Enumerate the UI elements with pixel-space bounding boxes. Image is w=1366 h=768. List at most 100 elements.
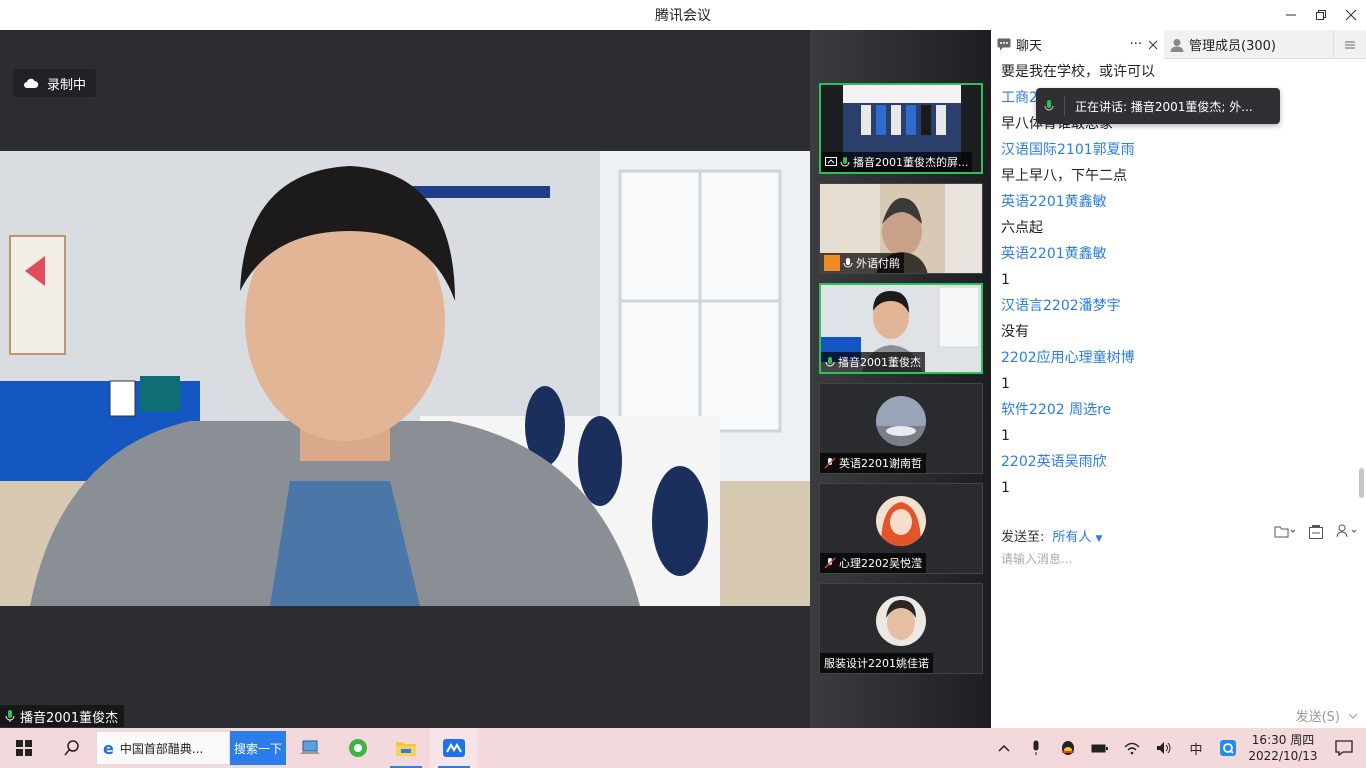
panel-tabs: 聊天 ··· 管理成员(300) (991, 30, 1366, 59)
announcement-button[interactable] (1308, 524, 1324, 544)
restore-button[interactable] (1306, 0, 1336, 30)
panel-menu-button[interactable] (1334, 30, 1366, 59)
chat-sender-name[interactable]: 2202英语吴雨欣 (1001, 449, 1356, 475)
chevron-down-icon: ▼ (1095, 533, 1103, 544)
avatar (876, 596, 926, 646)
chat-message-text: 1 (1001, 480, 1010, 496)
tab-chat-label: 聊天 (1016, 39, 1043, 54)
tray-microphone[interactable] (1020, 728, 1052, 768)
active-speaker-name: 播音2001董俊杰 (20, 710, 119, 726)
folder-icon (1274, 526, 1296, 538)
taskbar-app-explorer[interactable] (382, 728, 430, 768)
tray-qq-browser[interactable] (1212, 728, 1244, 768)
file-button[interactable] (1274, 524, 1296, 544)
system-clock[interactable]: 16:30 周四 2022/10/13 (1244, 732, 1322, 764)
participant-thumbnail[interactable]: 外语付鹃 (819, 183, 983, 274)
participant-thumbnail[interactable]: 播音2001董俊杰 (819, 283, 983, 374)
chat-message-text: 六点起 (1001, 220, 1043, 236)
tencent-meeting-icon (443, 739, 465, 757)
chat-panel: 聊天 ··· 管理成员(300) 要是我在学校，或许可以 工商2 早八体育谁敢想象汉… (991, 30, 1366, 728)
thumbnail-label: 心理2202吴悦滢 (820, 553, 926, 573)
chat-sender-name[interactable]: 汉语国际2101郭夏雨 (1001, 137, 1356, 163)
avatar (876, 396, 926, 446)
chevron-down-icon[interactable] (1348, 712, 1358, 720)
folder-icon (396, 742, 416, 756)
restore-icon (1316, 10, 1326, 20)
battery-icon (1091, 744, 1108, 753)
thumbnail-name: 播音2001董俊杰的屏... (853, 156, 969, 169)
microphone-icon (1044, 100, 1054, 111)
tab-chat-title: 聊天 (997, 35, 1042, 54)
thumbnail-name: 心理2202吴悦滢 (839, 557, 922, 570)
notification-icon (1335, 740, 1353, 756)
send-button[interactable]: 发送(S) (1296, 706, 1340, 725)
host-icon (824, 255, 840, 271)
chat-sender-name[interactable]: 英语2201黄鑫敏 (1001, 241, 1356, 267)
close-button[interactable] (1336, 0, 1366, 30)
divider (1064, 96, 1065, 116)
taskbar-app-meeting[interactable] (430, 728, 478, 768)
participant-thumbnail[interactable]: 英语2201谢南哲 (819, 383, 983, 474)
tab-chat[interactable]: 聊天 ··· (991, 30, 1164, 59)
tray-wifi[interactable] (1116, 728, 1148, 768)
tray-qq[interactable] (1052, 728, 1084, 768)
message-input[interactable]: 请输入消息... (1001, 550, 1072, 567)
participant-thumbnail[interactable]: 心理2202吴悦滢 (819, 483, 983, 574)
title-bar: 腾讯会议 (0, 0, 1366, 30)
search-submit-button[interactable]: 搜索一下 (230, 731, 286, 765)
tray-volume[interactable] (1148, 728, 1180, 768)
search-button[interactable] (48, 728, 96, 768)
chat-sender-name[interactable]: 汉语言2202潘梦宇 (1001, 293, 1356, 319)
tab-chat-actions: ··· (1130, 37, 1158, 52)
minimize-button[interactable] (1276, 0, 1306, 30)
chat-sender-name[interactable]: 英语2201黄鑫敏 (1001, 189, 1356, 215)
tab-members-label: 管理成员(300) (1189, 39, 1276, 54)
tray-ime[interactable]: 中 (1180, 728, 1212, 768)
thumbnail-label: 英语2201谢南哲 (820, 453, 926, 473)
q-app-icon (1220, 740, 1236, 756)
tab-members[interactable]: 管理成员(300) (1164, 30, 1334, 59)
taskbar-app-computer[interactable] (286, 728, 334, 768)
laptop-icon (300, 740, 320, 754)
active-speaker-label: 播音2001董俊杰 (0, 705, 125, 727)
close-icon[interactable] (1148, 40, 1158, 50)
recording-badge[interactable]: 录制中 (13, 69, 97, 97)
tray-battery[interactable] (1084, 728, 1116, 768)
speaking-text: 正在讲话: 播音2001董俊杰; 外... (1075, 99, 1253, 114)
more-button[interactable]: ··· (1130, 37, 1142, 52)
thumbnail-label: 服装设计2201姚佳诺 (820, 653, 933, 673)
ie-icon: e (103, 738, 114, 758)
window-controls (1276, 0, 1366, 30)
thumbnail-label: 播音2001董俊杰的屏... (821, 152, 973, 172)
notification-button[interactable] (1322, 728, 1366, 768)
participant-thumbnail[interactable]: 播音2001董俊杰的屏... (819, 83, 983, 174)
browser-tab-title: 中国首部醋典... (119, 741, 204, 756)
chat-sender-name[interactable]: 2202应用心理童树博 (1001, 345, 1356, 371)
qq-icon (1062, 741, 1074, 755)
tray-expand-button[interactable] (988, 728, 1020, 768)
chat-scrollbar[interactable] (1359, 468, 1364, 498)
member-button[interactable] (1336, 524, 1358, 544)
clock-date: 2022/10/13 (1248, 749, 1318, 763)
chat-sender-name[interactable]: 软件2202 周选re (1001, 397, 1356, 423)
taskbar-app-browser[interactable] (334, 728, 382, 768)
thumbnail-label: 外语付鹃 (820, 253, 904, 273)
participant-thumbnail[interactable]: 服装设计2201姚佳诺 (819, 583, 983, 674)
send-to-select[interactable]: 所有人 ▼ (1052, 526, 1102, 545)
chat-message-list[interactable]: 要是我在学校，或许可以 工商2 早八体育谁敢想象 汉语国际2101郭夏雨 早上早八，下午… (1001, 59, 1356, 524)
chat-tools (1274, 524, 1358, 544)
thumbnail-name: 播音2001董俊杰 (838, 356, 921, 369)
chat-message-text: 没有 (1001, 324, 1029, 340)
start-button[interactable] (0, 728, 48, 768)
windows-icon (16, 740, 32, 756)
main-video (0, 151, 810, 606)
announcement-icon (1309, 525, 1323, 539)
participant-strip: 播音2001董俊杰的屏... 外语付鹃 播音2001董俊杰 英语2201谢南哲 … (810, 30, 991, 728)
main-video-area[interactable]: 录制中 播音2001董俊杰 (0, 30, 810, 728)
cloud-icon (24, 78, 39, 88)
thumbnail-label: 播音2001董俊杰 (821, 352, 925, 372)
microphone-icon (843, 258, 853, 268)
chat-message-text: 1 (1001, 428, 1010, 444)
microphone-icon (840, 157, 850, 167)
browser-search-box[interactable]: e 中国首部醋典... (96, 731, 230, 765)
